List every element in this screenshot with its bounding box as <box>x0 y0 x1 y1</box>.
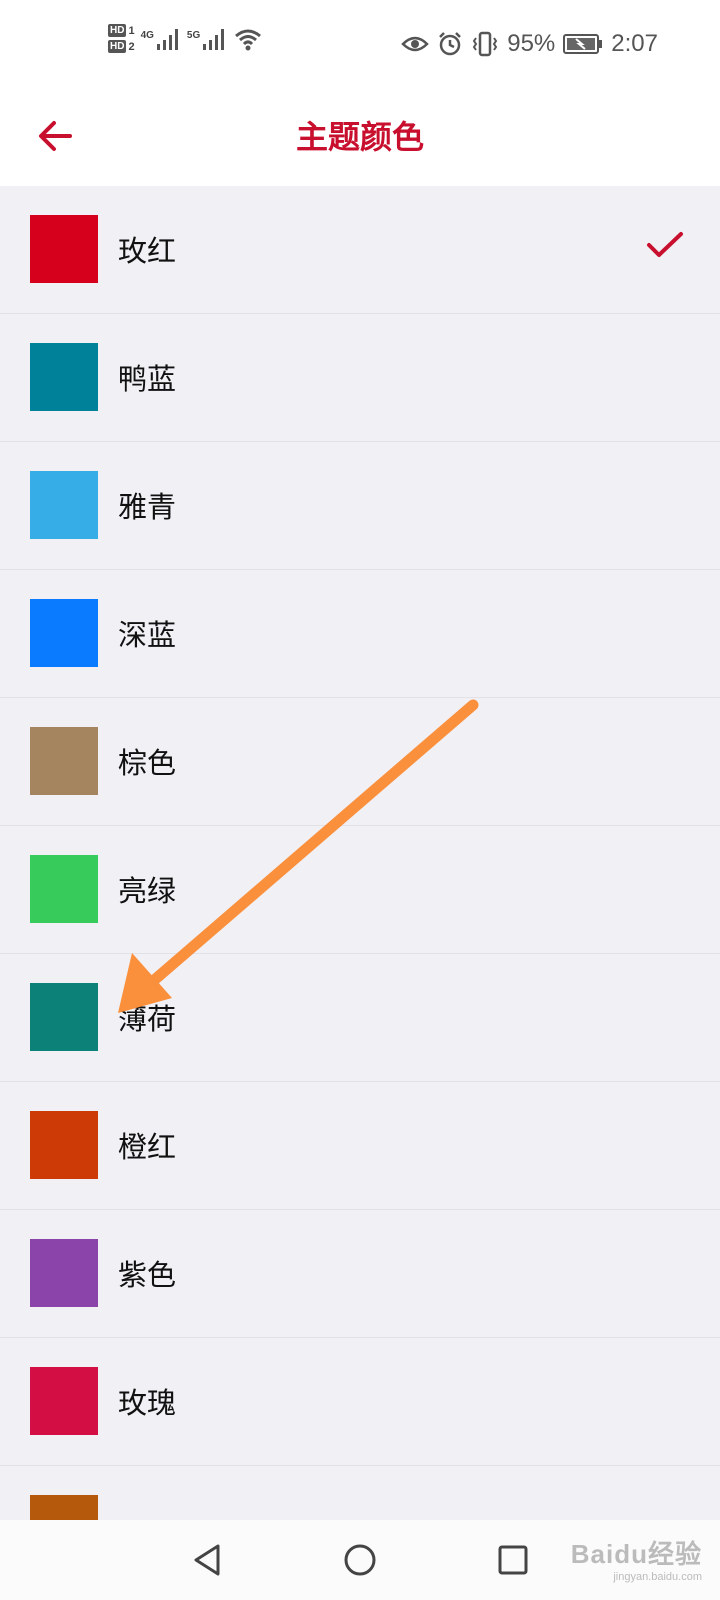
theme-label: 亮绿 <box>118 874 177 908</box>
network-5g: 5G <box>187 26 227 52</box>
theme-label: 雅青 <box>118 490 177 524</box>
network-4g: 4G <box>141 26 181 52</box>
hd2-sub: 2 <box>128 40 135 53</box>
color-swatch <box>30 855 98 923</box>
vibrate-icon <box>473 31 498 57</box>
theme-row-orange-red[interactable]: 橙红 <box>0 1082 720 1210</box>
theme-row-purple[interactable]: 紫色 <box>0 1210 720 1338</box>
theme-label: 紫色 <box>118 1258 177 1292</box>
theme-label: 薄荷 <box>118 1002 177 1036</box>
theme-label: 鸭蓝 <box>118 362 177 396</box>
status-left: HD 1 HD 2 4G 5G <box>108 24 263 53</box>
watermark-url: jingyan.baidu.com <box>613 1571 702 1583</box>
color-swatch <box>30 1111 98 1179</box>
back-triangle-icon[interactable] <box>188 1540 228 1580</box>
theme-row-brown[interactable]: 棕色 <box>0 698 720 826</box>
alarm-icon <box>439 32 462 56</box>
theme-row-rose-red[interactable]: 玫红 <box>0 186 720 314</box>
hd1-sub: 1 <box>128 24 135 37</box>
theme-row-mint[interactable]: 薄荷 <box>0 954 720 1082</box>
theme-label: 棕色 <box>118 746 177 780</box>
status-bar: HD 1 HD 2 4G 5G 95% 2:07 <box>0 0 720 92</box>
theme-label: 玫红 <box>118 234 177 268</box>
net1-label: 4G <box>140 29 154 41</box>
color-swatch <box>30 1239 98 1307</box>
signal-icon <box>203 28 225 50</box>
color-swatch <box>30 215 98 283</box>
signal-icon <box>156 28 178 50</box>
app-bar: 主题颜色 <box>0 92 720 186</box>
theme-row-rose[interactable]: 玫瑰 <box>0 1338 720 1466</box>
color-swatch <box>30 471 98 539</box>
page-title: 主题颜色 <box>295 118 424 156</box>
theme-label: 橙红 <box>118 1130 177 1164</box>
battery-charging-icon <box>563 33 603 55</box>
clock-time: 2:07 <box>611 30 658 57</box>
system-nav-bar: Baidu经验 jingyan.baidu.com <box>0 1520 720 1600</box>
hd2-label: HD <box>108 40 127 53</box>
eye-icon <box>401 36 430 52</box>
hd1-label: HD <box>108 24 127 37</box>
watermark-logo: Baidu经验 <box>570 1539 702 1569</box>
theme-label: 玫瑰 <box>118 1386 177 1420</box>
theme-row-deep-blue[interactable]: 深蓝 <box>0 570 720 698</box>
hd1-badge: HD 1 <box>108 24 135 37</box>
theme-label: 深蓝 <box>118 618 177 652</box>
check-icon <box>647 232 683 257</box>
theme-color-list: 玫红 鸭蓝 雅青 深蓝 棕色 亮绿 薄荷 橙红 紫色 玫瑰 <box>0 186 720 1563</box>
color-swatch <box>30 1367 98 1435</box>
wifi-icon <box>235 29 262 50</box>
hd-indicators: HD 1 HD 2 <box>108 24 135 53</box>
theme-row-partial[interactable] <box>0 1466 720 1563</box>
battery-percent: 95% <box>507 30 556 57</box>
status-right: 95% 2:07 <box>401 30 658 58</box>
home-circle-icon[interactable] <box>340 1540 380 1580</box>
net2-label: 5G <box>186 29 201 41</box>
hd2-badge: HD 2 <box>108 40 135 53</box>
watermark: Baidu经验 jingyan.baidu.com <box>571 1534 702 1583</box>
theme-row-duck-blue[interactable]: 鸭蓝 <box>0 314 720 442</box>
theme-row-bright-green[interactable]: 亮绿 <box>0 826 720 954</box>
color-swatch <box>30 343 98 411</box>
color-swatch <box>30 727 98 795</box>
color-swatch <box>30 983 98 1051</box>
recents-square-icon[interactable] <box>493 1540 533 1580</box>
theme-row-elegant-cyan[interactable]: 雅青 <box>0 442 720 570</box>
color-swatch <box>30 599 98 667</box>
